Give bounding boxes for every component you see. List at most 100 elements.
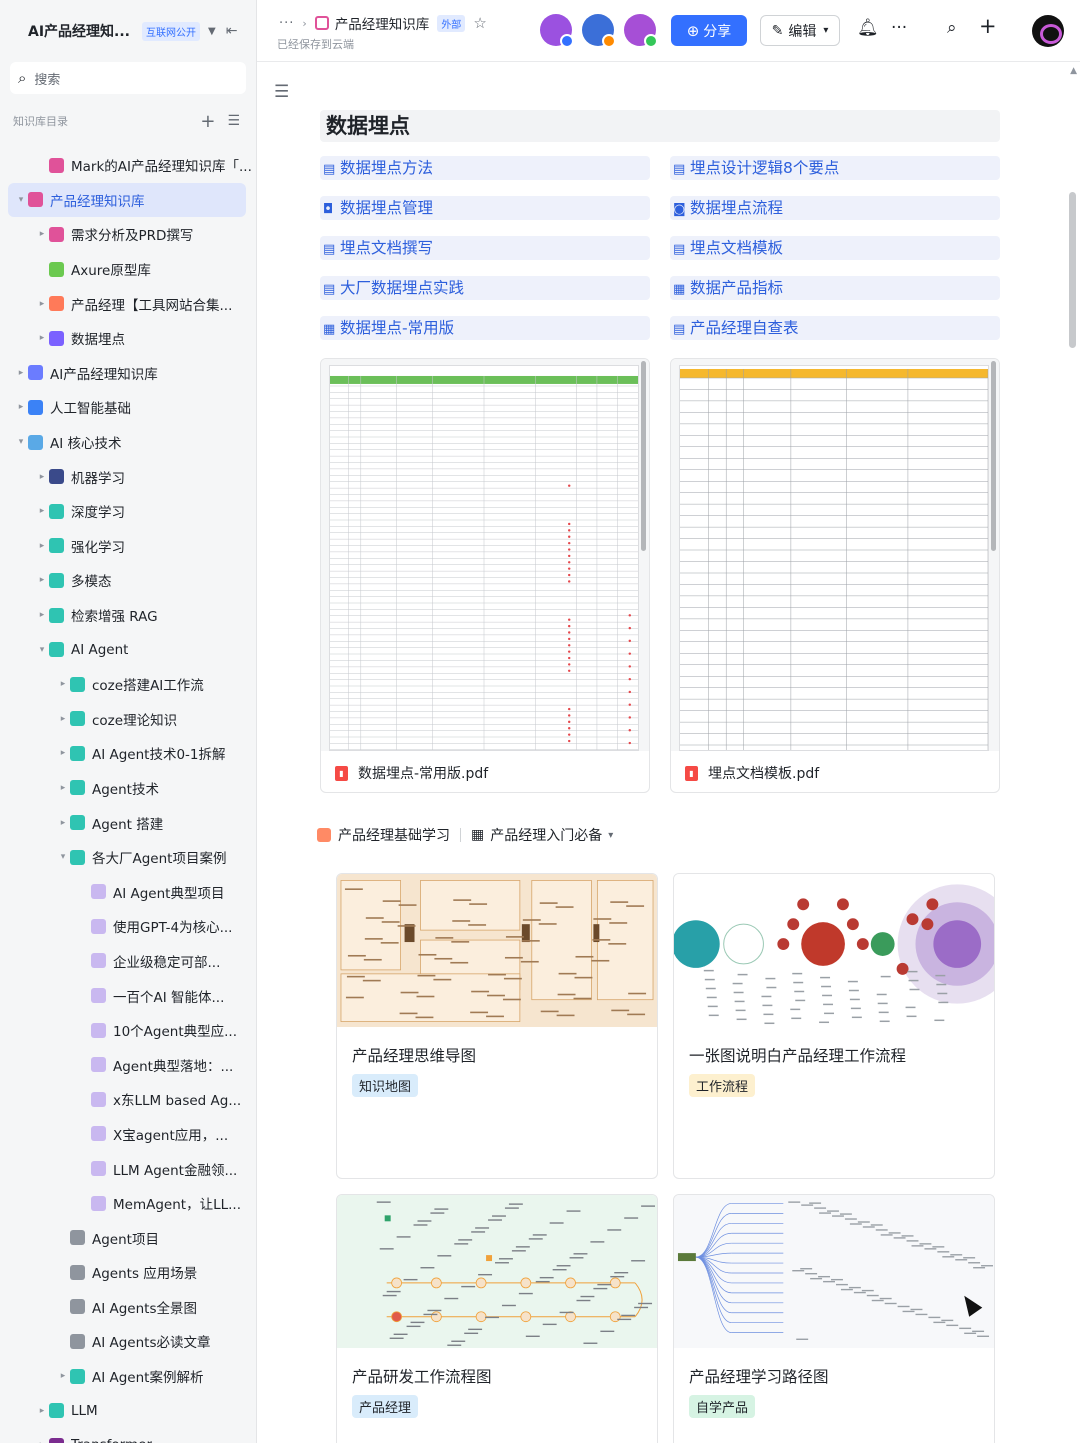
- sidebar-item[interactable]: ▸ 深度学习: [0, 494, 256, 529]
- category-label[interactable]: 产品经理基础学习: [338, 825, 450, 845]
- sidebar-item[interactable]: ▸ 产品经理【工具网站合集...: [0, 286, 256, 321]
- pdf-attachment[interactable]: ▮ 埋点文档模板.pdf: [670, 358, 1000, 793]
- sidebar-item[interactable]: ▸ AI产品经理知识库: [0, 356, 256, 391]
- chevron-down-icon[interactable]: ▾: [35, 645, 49, 655]
- chevron-right-icon[interactable]: ▸: [35, 333, 49, 343]
- add-icon[interactable]: +: [200, 111, 215, 132]
- collaborator-avatar[interactable]: [582, 14, 616, 48]
- sidebar-item[interactable]: ▸ LLM: [0, 1393, 256, 1428]
- chevron-down-icon[interactable]: ▼: [208, 26, 216, 37]
- sidebar-item[interactable]: LLM Agent金融领...: [0, 1151, 256, 1186]
- doc-link[interactable]: ▤ 埋点文档撰写: [320, 236, 650, 260]
- sidebar-item[interactable]: ▸ Agent 搭建: [0, 805, 256, 840]
- chevron-down-icon[interactable]: ▾: [608, 830, 613, 841]
- sidebar-item[interactable]: ▾ 产品经理知识库: [8, 182, 246, 218]
- sidebar-item[interactable]: ▸ 检索增强 RAG: [0, 598, 256, 633]
- gallery-card[interactable]: 产品经理思维导图 知识地图: [336, 873, 658, 1179]
- view-selector[interactable]: 产品经理入门必备: [490, 825, 602, 845]
- doc-link[interactable]: ▦ 数据埋点-常用版: [320, 316, 650, 340]
- chevron-right-icon[interactable]: ▸: [35, 506, 49, 516]
- doc-link[interactable]: ▤ 数据埋点方法: [320, 156, 650, 180]
- outline-icon[interactable]: ☰: [274, 82, 289, 102]
- sidebar-item[interactable]: ▾ 各大厂Agent项目案例: [0, 840, 256, 875]
- collapse-sidebar-icon[interactable]: ⇤: [226, 23, 238, 39]
- gallery-card[interactable]: 一张图说明白产品经理工作流程 工作流程: [673, 873, 995, 1179]
- sidebar-item[interactable]: ▸ AI Agent案例解析: [0, 1359, 256, 1394]
- chevron-down-icon[interactable]: ▾: [14, 195, 28, 205]
- gallery-card[interactable]: 产品研发工作流程图 产品经理: [336, 1194, 658, 1443]
- sidebar-item[interactable]: ▸ 多模态: [0, 563, 256, 598]
- chevron-right-icon[interactable]: ▸: [14, 402, 28, 412]
- chevron-right-icon[interactable]: ▸: [56, 783, 70, 793]
- chevron-right-icon[interactable]: ▸: [56, 748, 70, 758]
- sidebar-item[interactable]: Agent项目: [0, 1220, 256, 1255]
- sidebar-item[interactable]: 企业级稳定可部...: [0, 944, 256, 979]
- preview-scrollbar[interactable]: [991, 361, 996, 551]
- chevron-right-icon[interactable]: ▸: [56, 818, 70, 828]
- doc-link[interactable]: ▤ 埋点文档模板: [670, 236, 1000, 260]
- sidebar-item[interactable]: ▸ 人工智能基础: [0, 390, 256, 425]
- doc-link[interactable]: ▤ 产品经理自查表: [670, 316, 1000, 340]
- chevron-down-icon[interactable]: ▾: [56, 852, 70, 862]
- scroll-up-icon[interactable]: ▲: [1070, 66, 1077, 76]
- chevron-right-icon[interactable]: ▸: [35, 610, 49, 620]
- sidebar-item[interactable]: ▸ coze搭建AI工作流: [0, 667, 256, 702]
- sidebar-item[interactable]: ▸ 强化学习: [0, 529, 256, 564]
- sidebar-item[interactable]: 一百个AI 智能体...: [0, 978, 256, 1013]
- sidebar-item[interactable]: AI Agents必读文章: [0, 1324, 256, 1359]
- add-icon[interactable]: +: [979, 14, 997, 38]
- bell-icon[interactable]: 🔔︎: [857, 18, 879, 38]
- doc-link[interactable]: ▤ 埋点设计逻辑8个要点: [670, 156, 1000, 180]
- collaborator-avatar[interactable]: [624, 14, 658, 48]
- sidebar-item[interactable]: ▸ 需求分析及PRD撰写: [0, 217, 256, 252]
- chevron-right-icon[interactable]: ▸: [35, 1406, 49, 1416]
- sidebar-item[interactable]: ▸ 数据埋点: [0, 321, 256, 356]
- list-options-icon[interactable]: ☰: [227, 113, 240, 129]
- sidebar-item[interactable]: ▸ AI Agent技术0-1拆解: [0, 736, 256, 771]
- doc-link[interactable]: ◘ 数据埋点管理: [320, 196, 650, 220]
- sidebar-item[interactable]: ▸ coze理论知识: [0, 702, 256, 737]
- preview-scrollbar[interactable]: [641, 361, 646, 551]
- sidebar-item[interactable]: ▾ AI 核心技术: [0, 425, 256, 460]
- sidebar-item[interactable]: Agent典型落地：...: [0, 1047, 256, 1082]
- share-button[interactable]: ⊕ 分享: [671, 15, 747, 46]
- chevron-right-icon[interactable]: ▸: [56, 1371, 70, 1381]
- breadcrumb-more[interactable]: ···: [279, 16, 294, 31]
- chevron-right-icon[interactable]: ▸: [35, 575, 49, 585]
- chevron-right-icon[interactable]: ▸: [35, 541, 49, 551]
- chevron-down-icon[interactable]: ▾: [14, 437, 28, 447]
- doc-title[interactable]: 产品经理知识库: [335, 13, 430, 33]
- space-title[interactable]: AI产品经理知...: [28, 21, 130, 41]
- sidebar-item[interactable]: MemAgent，让LL...: [0, 1186, 256, 1221]
- edit-button[interactable]: ✎ 编辑 ▾: [760, 15, 840, 46]
- sidebar-search[interactable]: ⌕ 搜索: [10, 62, 246, 94]
- user-avatar[interactable]: [1032, 15, 1064, 47]
- gallery-card[interactable]: 产品经理学习路径图 自学产品: [673, 1194, 995, 1443]
- chevron-right-icon[interactable]: ▸: [56, 714, 70, 724]
- sidebar-item[interactable]: ▸ 机器学习: [0, 459, 256, 494]
- sidebar-item[interactable]: x东LLM based Ag...: [0, 1082, 256, 1117]
- sidebar-item[interactable]: ▾ AI Agent: [0, 632, 256, 667]
- doc-link[interactable]: ◙ 数据埋点流程: [670, 196, 1000, 220]
- search-icon[interactable]: ⌕: [947, 18, 957, 38]
- sidebar-item[interactable]: ▸Transformer: [0, 1428, 256, 1443]
- star-icon[interactable]: ☆: [473, 14, 486, 32]
- sidebar-item[interactable]: Mark的AI产品经理知识库「...: [0, 148, 256, 183]
- sidebar-item[interactable]: Axure原型库: [0, 252, 256, 287]
- sidebar-item[interactable]: Agents 应用场景: [0, 1255, 256, 1290]
- chevron-right-icon[interactable]: ▸: [35, 299, 49, 309]
- sidebar-item[interactable]: AI Agent典型项目: [0, 874, 256, 909]
- pdf-attachment[interactable]: ▮ 数据埋点-常用版.pdf: [320, 358, 650, 793]
- chevron-right-icon[interactable]: ▸: [35, 229, 49, 239]
- sidebar-item[interactable]: ▸ Agent技术: [0, 771, 256, 806]
- doc-link[interactable]: ▤ 大厂数据埋点实践: [320, 276, 650, 300]
- more-icon[interactable]: ···: [891, 18, 907, 38]
- doc-link[interactable]: ▦ 数据产品指标: [670, 276, 1000, 300]
- chevron-right-icon[interactable]: ▸: [35, 472, 49, 482]
- collaborator-avatar[interactable]: [540, 14, 574, 48]
- sidebar-item[interactable]: AI Agents全景图: [0, 1290, 256, 1325]
- sidebar-item[interactable]: 使用GPT-4为核心...: [0, 909, 256, 944]
- scrollbar[interactable]: [1069, 192, 1076, 348]
- sidebar-item[interactable]: X宝agent应用，...: [0, 1117, 256, 1152]
- chevron-right-icon[interactable]: ▸: [56, 679, 70, 689]
